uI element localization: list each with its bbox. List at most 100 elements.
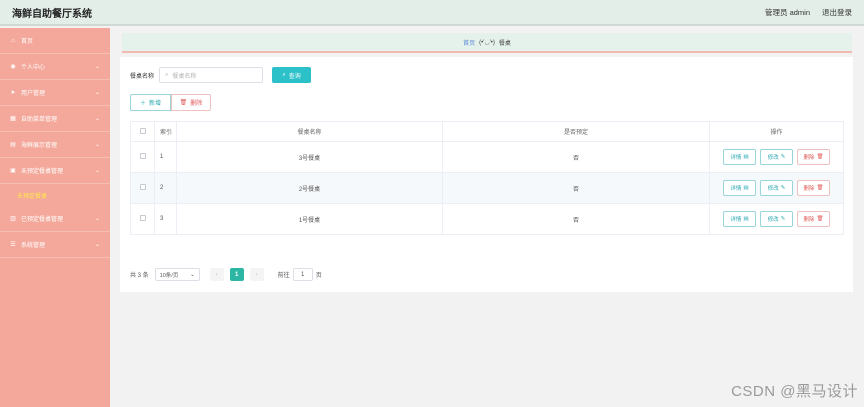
- user-label: 管理员 admin: [764, 7, 810, 17]
- prev-page-button[interactable]: ‹: [209, 268, 224, 281]
- breadcrumb: 首页 (•'◡'•) 餐桌: [122, 33, 852, 53]
- goto-label: 前往: [277, 273, 290, 279]
- column-header: 餐桌名称: [176, 121, 443, 142]
- chevron-down-icon: ⌄: [94, 116, 100, 122]
- goto-page-input[interactable]: 1: [292, 268, 313, 281]
- row-reserved: 否: [442, 172, 710, 204]
- edit-button[interactable]: 修改 ✎: [760, 149, 793, 165]
- delete-button[interactable]: 删除 🗑: [797, 211, 830, 227]
- column-header: 操作: [709, 121, 844, 142]
- page-unit-label: 页: [315, 273, 322, 279]
- edit-button-label: 修改: [767, 217, 779, 223]
- sidebar-item[interactable]: ▤ 海鲜展示管理 ⌄: [0, 132, 110, 158]
- pencil-icon: ✎: [780, 154, 786, 160]
- row-select[interactable]: [130, 172, 155, 204]
- delete-button-label: 删除: [803, 217, 815, 223]
- row-name: 3号餐桌: [176, 141, 443, 173]
- sidebar: ⌂ 首页 ◉ 个人中心 ⌄ ➤ 用户管理 ⌄ ▦ 自助菜单管理 ⌄ ▤ 海鲜展示管理 ⌄ ▣ 未预定餐桌管理 ⌄…: [0, 28, 110, 407]
- delete-button[interactable]: 删除 🗑: [797, 180, 830, 196]
- detail-button-label: 详情: [730, 155, 742, 161]
- chevron-down-icon: ⌄: [94, 90, 100, 96]
- pencil-icon: ✎: [780, 185, 786, 191]
- table-icon: ▥: [10, 216, 16, 222]
- chart-icon: ▤: [10, 142, 16, 148]
- breadcrumb-separator: (•'◡'•): [479, 39, 495, 46]
- user-icon: ◉: [10, 64, 16, 70]
- search-label: 餐桌名称: [130, 73, 155, 80]
- checkbox[interactable]: [139, 127, 146, 134]
- row-actions: 详情 ▤ 修改 ✎ 删除 🗑: [709, 203, 844, 235]
- bulk-delete-button[interactable]: 🗑 删除: [171, 94, 211, 111]
- document-icon: ▤: [743, 185, 749, 191]
- sidebar-item-label: 已预定餐桌管理: [21, 217, 64, 223]
- add-button[interactable]: ＋ 新增: [130, 94, 171, 111]
- search-icon: ⌕: [282, 71, 286, 78]
- sidebar-item-label: 用户管理: [21, 91, 46, 97]
- sidebar-item[interactable]: ⌂ 首页: [0, 28, 110, 54]
- delete-button-label: 删除: [803, 155, 815, 161]
- row-select[interactable]: [130, 141, 155, 173]
- delete-button-label: 删除: [190, 101, 203, 107]
- document-icon: ▤: [743, 154, 749, 160]
- sidebar-item[interactable]: ▦ 自助菜单管理 ⌄: [0, 106, 110, 132]
- table-row: 2 2号餐桌否详情 ▤ 修改 ✎ 删除 🗑: [130, 172, 844, 204]
- row-actions: 详情 ▤ 修改 ✎ 删除 🗑: [709, 141, 844, 173]
- sidebar-item[interactable]: ◉ 个人中心 ⌄: [0, 54, 110, 80]
- edit-button[interactable]: 修改 ✎: [760, 180, 793, 196]
- watermark: CSDN @黑马设计: [731, 383, 858, 400]
- row-index: 3: [154, 203, 177, 235]
- sidebar-item-label: 未预定餐桌管理: [21, 169, 64, 175]
- sidebar-item-label: 首页: [21, 39, 34, 45]
- page-number-current[interactable]: 1: [229, 268, 244, 281]
- table-header-row: 索引 餐桌名称 是否预定 操作: [130, 121, 844, 142]
- table-row: 3 1号餐桌否详情 ▤ 修改 ✎ 删除 🗑: [130, 203, 844, 235]
- edit-button[interactable]: 修改 ✎: [760, 211, 793, 227]
- chevron-down-icon: ⌄: [94, 216, 100, 222]
- add-button-label: 新增: [149, 101, 162, 107]
- trash-icon: 🗑: [179, 100, 188, 106]
- page-size-select[interactable]: 10条/页 ⌄: [154, 268, 200, 281]
- row-index: 2: [154, 172, 177, 204]
- search-button[interactable]: ⌕ 查询: [272, 67, 312, 83]
- content-card: 餐桌名称 ⌕ 餐桌名称 ⌕ 查询 ＋ 新增 🗑 删除 索引 餐桌名称 是否预定 …: [120, 57, 853, 292]
- send-icon: ➤: [10, 90, 16, 96]
- edit-button-label: 修改: [767, 155, 779, 161]
- checkbox[interactable]: [139, 215, 146, 221]
- next-page-button[interactable]: ›: [249, 268, 264, 281]
- detail-button[interactable]: 详情 ▤: [723, 180, 756, 196]
- row-reserved: 否: [442, 203, 710, 235]
- search-input[interactable]: ⌕ 餐桌名称: [159, 67, 264, 83]
- detail-button[interactable]: 详情 ▤: [723, 211, 756, 227]
- sidebar-item[interactable]: ☰ 系统管理 ⌄: [0, 232, 110, 258]
- sidebar-item[interactable]: ▥ 已预定餐桌管理 ⌄: [0, 206, 110, 232]
- grid-icon: ▦: [10, 116, 16, 122]
- detail-button-label: 详情: [730, 217, 742, 223]
- settings-icon: ☰: [10, 242, 16, 248]
- top-header: 海鲜自助餐厅系统 管理员 admin 退出登录: [0, 0, 864, 26]
- total-count: 共 3 条: [130, 273, 149, 279]
- row-select[interactable]: [130, 203, 155, 235]
- chevron-left-icon: ‹: [215, 271, 218, 278]
- column-header: 索引: [154, 121, 177, 142]
- checkbox[interactable]: [139, 153, 146, 159]
- checkbox[interactable]: [139, 184, 146, 190]
- row-name: 2号餐桌: [176, 172, 443, 204]
- sidebar-item[interactable]: ➤ 用户管理 ⌄: [0, 80, 110, 106]
- row-actions: 详情 ▤ 修改 ✎ 删除 🗑: [709, 172, 844, 204]
- logout-link[interactable]: 退出登录: [822, 7, 852, 18]
- list-icon: ▣: [10, 168, 16, 174]
- column-header: 是否预定: [442, 121, 710, 142]
- sidebar-subitem[interactable]: 未预定餐桌: [0, 184, 110, 206]
- chevron-down-icon: ⌄: [94, 168, 100, 174]
- main-content: 首页 (•'◡'•) 餐桌 餐桌名称 ⌕ 餐桌名称 ⌕ 查询 ＋ 新增 🗑 删除: [110, 28, 864, 407]
- breadcrumb-home[interactable]: 首页: [463, 38, 475, 47]
- header-select-all[interactable]: [130, 121, 155, 142]
- delete-button[interactable]: 删除 🗑: [797, 149, 830, 165]
- sidebar-item[interactable]: ▣ 未预定餐桌管理 ⌄: [0, 158, 110, 184]
- detail-button[interactable]: 详情 ▤: [723, 149, 756, 165]
- sidebar-subitem-label: 未预定餐桌: [17, 193, 48, 200]
- table-row: 1 3号餐桌否详情 ▤ 修改 ✎ 删除 🗑: [130, 141, 844, 173]
- home-icon: ⌂: [11, 37, 15, 44]
- breadcrumb-current: 餐桌: [498, 40, 511, 47]
- table-body: 1 3号餐桌否详情 ▤ 修改 ✎ 删除 🗑 2 2号餐桌否详情 ▤ 修改 ✎ 删除 🗑 3 1号餐桌否详情 ▤ 修…: [130, 141, 844, 235]
